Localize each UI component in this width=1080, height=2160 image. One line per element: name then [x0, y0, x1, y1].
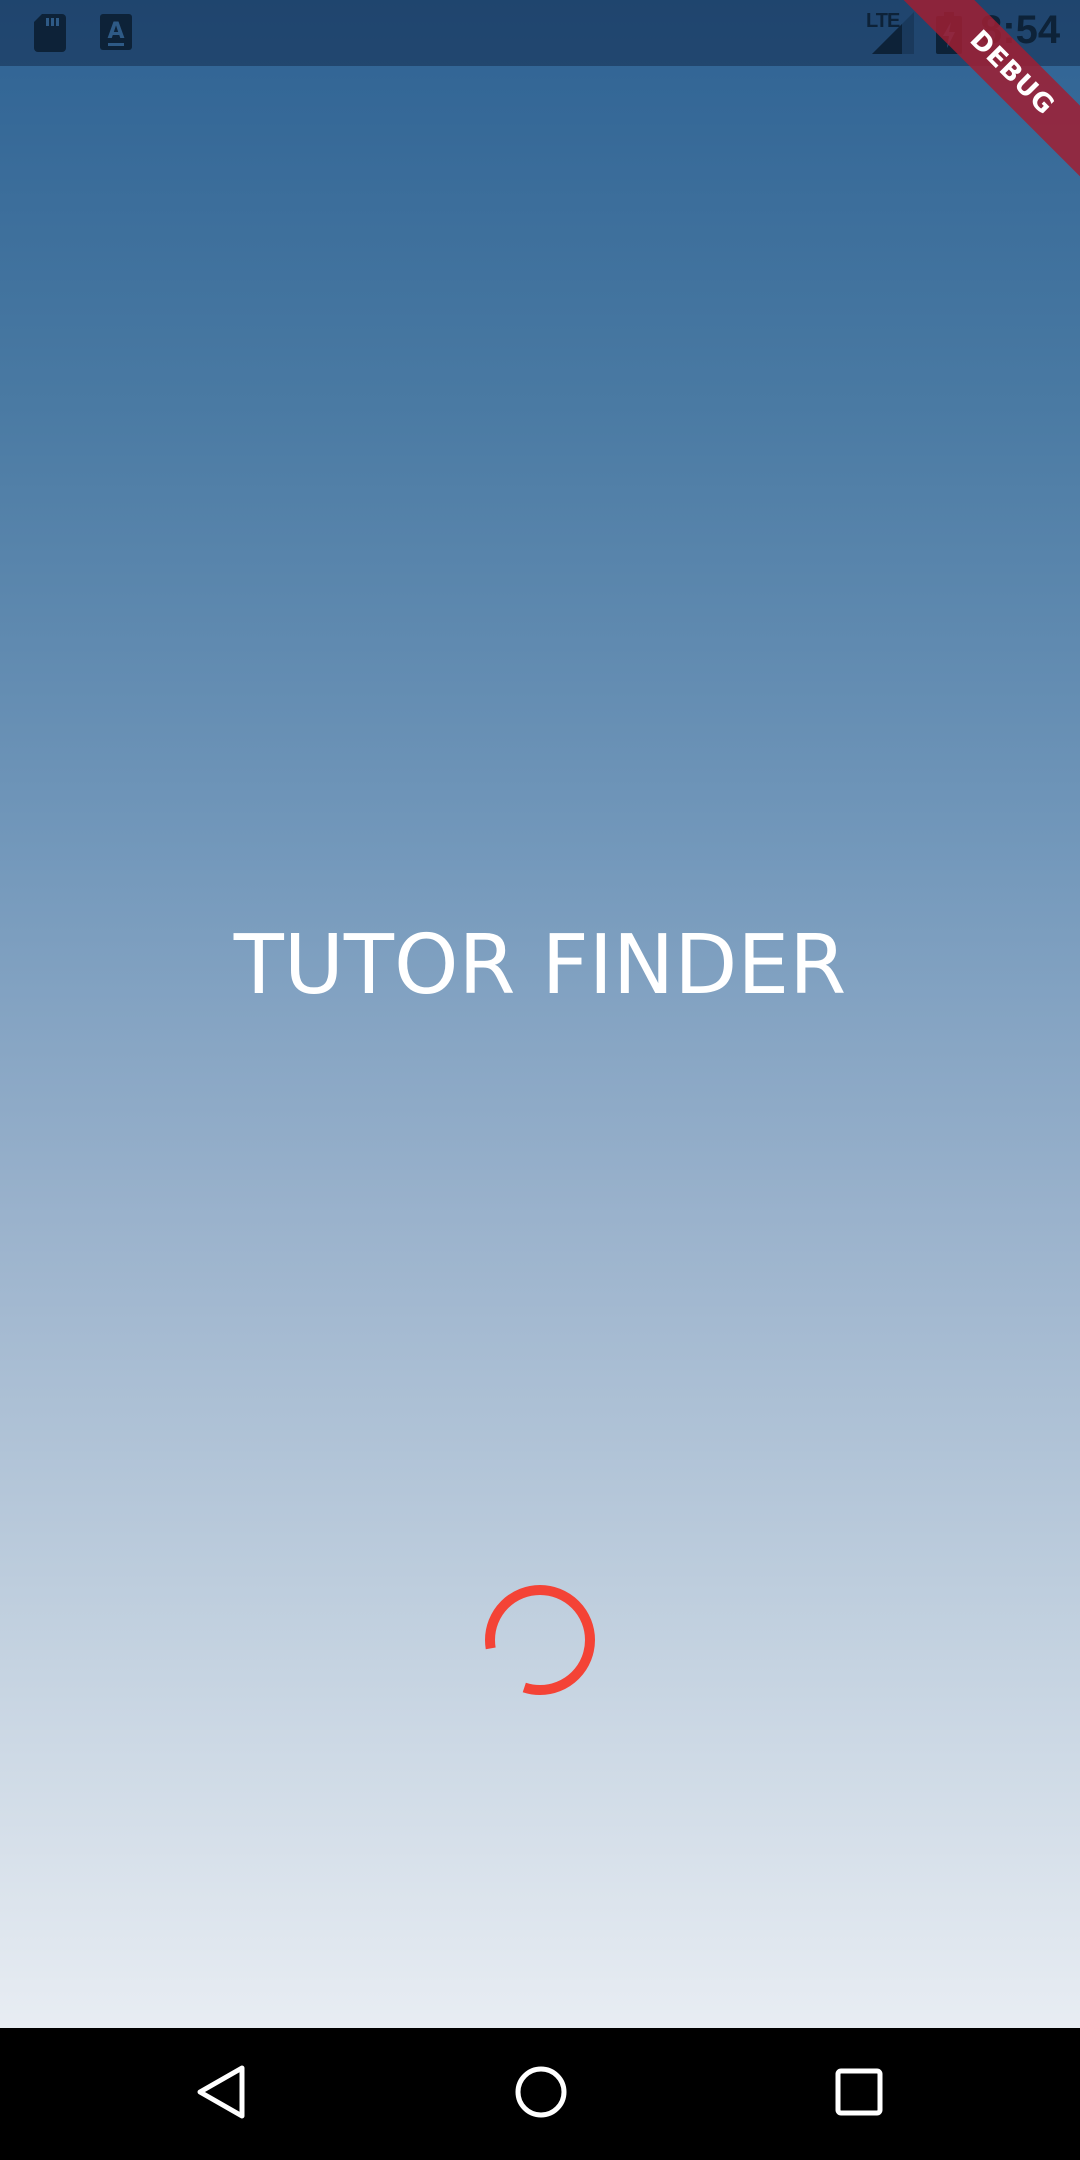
sd-card-icon [34, 14, 66, 57]
app-title: TUTOR FINDER [233, 918, 847, 1013]
navigation-bar [0, 2028, 1080, 2160]
back-icon[interactable] [196, 2064, 246, 2125]
home-icon[interactable] [514, 2064, 568, 2125]
splash-screen: A LTE 8:54 DEBUG TUTOR FINDER [0, 0, 1080, 2028]
recents-icon[interactable] [834, 2064, 884, 2125]
svg-text:A: A [107, 19, 124, 44]
accessibility-a-icon: A [100, 14, 132, 55]
lte-signal-icon [872, 12, 914, 59]
loading-spinner [483, 1583, 597, 1702]
